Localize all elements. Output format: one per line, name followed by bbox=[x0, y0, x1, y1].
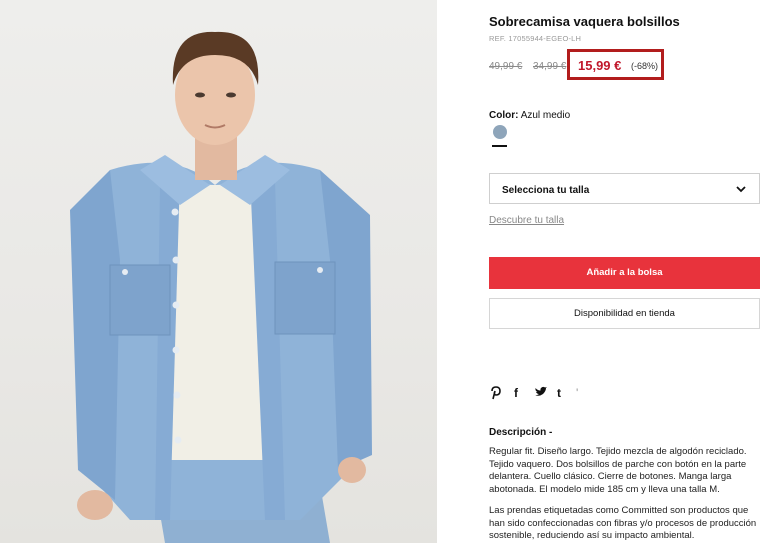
original-price: 49,99 € bbox=[489, 61, 523, 72]
color-value: Azul medio bbox=[520, 110, 571, 121]
current-price: 15,99 € bbox=[578, 58, 622, 73]
chevron-down-icon bbox=[736, 186, 746, 193]
pinterest-icon[interactable] bbox=[490, 386, 501, 403]
product-details-panel: Sobrecamisa vaquera bolsillos REF. 17055… bbox=[489, 0, 761, 543]
product-image[interactable] bbox=[0, 0, 437, 543]
selected-swatch-indicator bbox=[492, 145, 507, 147]
color-label: Color: Azul medio bbox=[489, 110, 570, 121]
twitter-icon[interactable] bbox=[534, 386, 547, 401]
size-selector[interactable]: Selecciona tu talla bbox=[489, 173, 760, 204]
store-availability-button[interactable]: Disponibilidad en tienda bbox=[489, 298, 760, 329]
color-label-key: Color: bbox=[489, 110, 519, 121]
description-body: Regular fit. Diseño largo. Tejido mezcla… bbox=[489, 446, 747, 495]
description-title[interactable]: Descripción - bbox=[489, 427, 552, 438]
more-share-icon[interactable]: ' bbox=[576, 386, 578, 400]
model-illustration bbox=[70, 31, 372, 543]
size-guide-link[interactable]: Descubre tu talla bbox=[489, 215, 564, 226]
current-price-highlight: 15,99 € (-68%) bbox=[567, 49, 664, 80]
discount-badge: (-68%) bbox=[631, 61, 659, 71]
product-title: Sobrecamisa vaquera bolsillos bbox=[489, 14, 680, 29]
facebook-icon[interactable]: f bbox=[514, 386, 518, 400]
product-reference: REF. 17055944-EGEO-LH bbox=[489, 34, 582, 43]
add-to-bag-button[interactable]: Añadir a la bolsa bbox=[489, 257, 760, 289]
color-swatch-azul-medio[interactable] bbox=[493, 125, 507, 139]
size-selector-label: Selecciona tu talla bbox=[502, 185, 590, 196]
previous-price: 34,99 € bbox=[533, 61, 567, 72]
description-sustainability: Las prendas etiquetadas como Committed s… bbox=[489, 505, 757, 542]
tumblr-icon[interactable]: t bbox=[557, 386, 561, 400]
